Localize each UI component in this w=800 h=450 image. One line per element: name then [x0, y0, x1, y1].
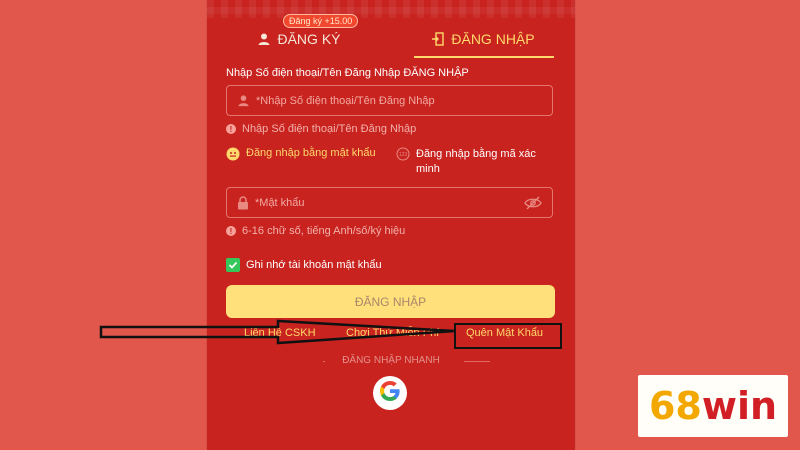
eye-off-icon[interactable]: [524, 196, 542, 210]
username-error: ! Nhập Số điện thoại/Tên Đăng Nhập: [226, 123, 416, 135]
username-placeholder: *Nhập Số điện thoại/Tên Đăng Nhập: [256, 94, 435, 107]
tab-register[interactable]: ĐĂNG KÝ Đăng ký +15.00: [207, 14, 391, 58]
remember-account-checkbox[interactable]: Ghi nhớ tài khoản mật khẩu: [226, 258, 382, 272]
google-login-button[interactable]: [373, 376, 407, 410]
brand-text: win: [701, 384, 778, 428]
emoji-icon: [226, 147, 240, 161]
active-tab-underline: [414, 56, 554, 58]
brand-logo: 68 win: [638, 375, 788, 437]
remember-label: Ghi nhớ tài khoản mật khẩu: [246, 259, 382, 271]
tab-login[interactable]: ĐĂNG NHẬP: [391, 20, 575, 58]
auth-tabs: ĐĂNG KÝ Đăng ký +15.00 ĐĂNG NHẬP: [207, 14, 575, 58]
password-input[interactable]: *Mật khẩu: [226, 187, 553, 218]
google-icon: [378, 379, 402, 408]
forgot-password-highlight-box: [454, 323, 562, 349]
username-input[interactable]: *Nhập Số điện thoại/Tên Đăng Nhập: [226, 85, 553, 116]
tab-login-label: ĐĂNG NHẬP: [451, 31, 535, 47]
error-icon: !: [226, 124, 236, 134]
contact-support-link[interactable]: Liên Hệ CSKH: [244, 327, 316, 339]
login-with-code-option[interactable]: 123 Đăng nhập bằng mã xác minh: [396, 147, 556, 177]
error-icon: !: [226, 226, 236, 236]
username-error-text: Nhập Số điện thoại/Tên Đăng Nhập: [242, 123, 417, 135]
user-icon: [257, 32, 271, 46]
password-error: ! 6-16 chữ số, tiếng Anh/số/ký hiệu: [226, 225, 405, 237]
divider-right: [464, 361, 490, 362]
login-door-icon: [431, 32, 445, 46]
login-button[interactable]: ĐĂNG NHẬP: [226, 285, 555, 318]
code-123-icon: 123: [396, 147, 410, 161]
tab-register-label: ĐĂNG KÝ: [277, 31, 341, 47]
svg-text:123: 123: [399, 152, 408, 158]
login-panel: ĐĂNG KÝ Đăng ký +15.00 ĐĂNG NHẬP Nhập Số…: [207, 0, 575, 450]
register-bonus-badge: Đăng ký +15.00: [283, 14, 359, 28]
lock-icon: [237, 195, 249, 210]
decorative-pattern: [207, 0, 575, 18]
login-with-code-label: Đăng nhập bằng mã xác minh: [416, 148, 536, 175]
brand-number: 68: [648, 384, 702, 428]
free-trial-link[interactable]: Chơi Thử Miễn Phí: [346, 327, 439, 339]
quick-login-label: ĐĂNG NHẬP NHANH: [342, 355, 440, 366]
login-with-password-label: Đăng nhập bằng mật khẩu: [246, 147, 376, 159]
password-placeholder: *Mật khẩu: [255, 196, 305, 209]
user-icon: [237, 94, 250, 107]
checkmark-icon[interactable]: [226, 258, 240, 272]
login-with-password-option[interactable]: Đăng nhập bằng mật khẩu: [226, 147, 376, 161]
username-section-label: Nhập Số điện thoại/Tên Đăng Nhập ĐĂNG NH…: [226, 67, 469, 79]
password-error-text: 6-16 chữ số, tiếng Anh/số/ký hiệu: [242, 225, 406, 237]
